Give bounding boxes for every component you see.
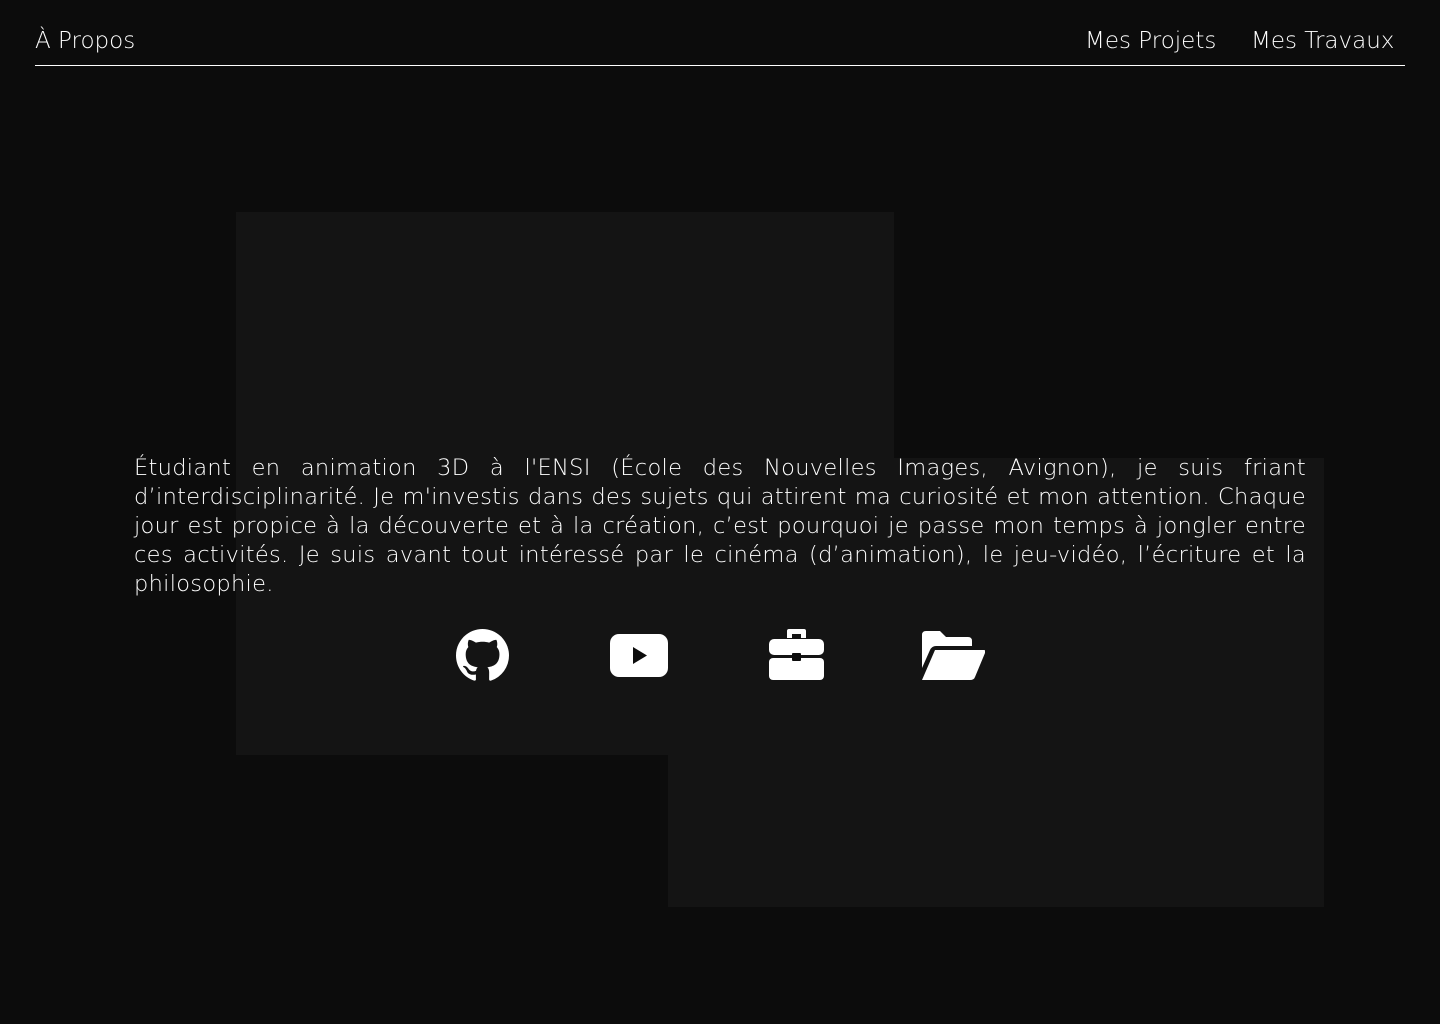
folder-link[interactable] <box>922 631 985 680</box>
portfolio-link[interactable] <box>769 629 824 680</box>
bio-text: Étudiant en animation 3D à l'ENSI (École… <box>134 454 1306 597</box>
nav-link-about[interactable]: À Propos <box>35 27 135 55</box>
nav-link-works[interactable]: Mes Travaux <box>1251 27 1394 55</box>
youtube-icon <box>610 634 668 677</box>
briefcase-icon <box>769 629 824 680</box>
page: À Propos Mes Projets Mes Travaux Étudian… <box>0 0 1440 1024</box>
github-link[interactable] <box>456 629 509 682</box>
github-icon <box>456 629 509 681</box>
nav-link-projects[interactable]: Mes Projets <box>1085 27 1216 55</box>
youtube-link[interactable] <box>610 634 668 677</box>
top-navigation: À Propos Mes Projets Mes Travaux <box>35 0 1405 66</box>
folder-open-icon <box>922 631 985 680</box>
